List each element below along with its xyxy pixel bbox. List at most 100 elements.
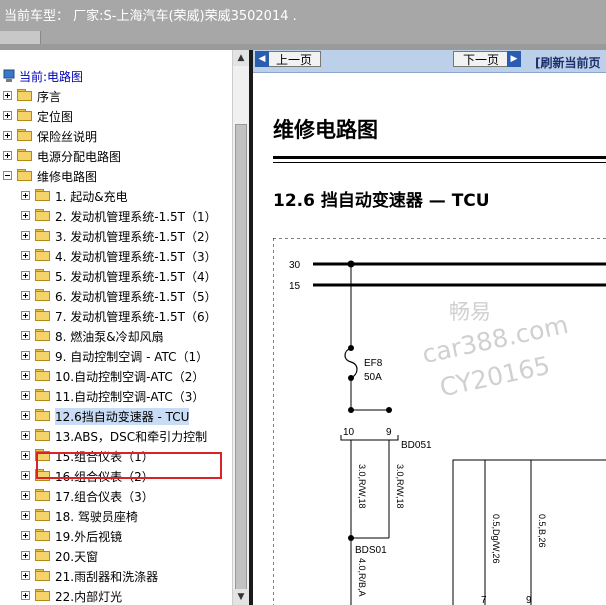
tree-item-sub-9[interactable]: 10.自动控制空调-ATC（2） <box>0 366 232 386</box>
tree-item-sub-1[interactable]: 2. 发动机管理系统-1.5T（1） <box>0 206 232 226</box>
tree-item-label: 22.内部灯光 <box>55 590 123 604</box>
tree-item-label: 21.雨刮器和洗涤器 <box>55 570 159 584</box>
expand-icon[interactable] <box>21 371 30 380</box>
title-rule <box>273 156 606 159</box>
folder-icon <box>35 369 51 381</box>
expand-icon[interactable] <box>21 431 30 440</box>
header-tab[interactable] <box>0 31 41 44</box>
tcu-module-box <box>452 459 606 605</box>
viewer-navbar: ◀ 上一页 下一页 ▶ [刷新当前页 <box>253 50 606 73</box>
tree-item-sub-17[interactable]: 19.外后视镜 <box>0 526 232 546</box>
expand-icon[interactable] <box>21 511 30 520</box>
title-rule-thin <box>273 162 606 163</box>
expand-icon[interactable] <box>3 111 12 120</box>
connector-node-right <box>386 407 392 413</box>
folder-icon <box>35 189 51 201</box>
folder-icon <box>35 269 51 281</box>
expand-icon[interactable] <box>21 531 30 540</box>
tree-item-sub-2[interactable]: 3. 发动机管理系统-1.5T（2） <box>0 226 232 246</box>
tree-item-sub-3[interactable]: 4. 发动机管理系统-1.5T（3） <box>0 246 232 266</box>
tree-item-sub-16[interactable]: 18. 驾驶员座椅 <box>0 506 232 526</box>
tree-item-sub-18[interactable]: 20.天窗 <box>0 546 232 566</box>
expand-icon[interactable] <box>21 331 30 340</box>
tree-item-label: 17.组合仪表（3） <box>55 490 154 504</box>
tree-item-sub-12[interactable]: 13.ABS，DSC和牵引力控制 <box>0 426 232 446</box>
tree-item-sub-5[interactable]: 6. 发动机管理系统-1.5T（5） <box>0 286 232 306</box>
expand-icon[interactable] <box>21 251 30 260</box>
tree-item-sub-8[interactable]: 9. 自动控制空调 - ATC（1） <box>0 346 232 366</box>
tree-item-top-1[interactable]: 定位图 <box>0 106 232 126</box>
tree-item-sub-10[interactable]: 11.自动控制空调-ATC（3） <box>0 386 232 406</box>
wire-2-label: 3.0,R/W,18 <box>395 464 405 509</box>
tree-item-top-3[interactable]: 电源分配电路图 <box>0 146 232 166</box>
pin-9-label: 9 <box>386 427 392 438</box>
arrow-left-icon: ◀ <box>255 51 269 67</box>
expand-icon[interactable] <box>21 411 30 420</box>
refresh-page-link[interactable]: [刷新当前页 <box>535 54 601 71</box>
tree-item-sub-4[interactable]: 5. 发动机管理系统-1.5T（4） <box>0 266 232 286</box>
folder-icon <box>35 249 51 261</box>
tree-item-top-0[interactable]: 序言 <box>0 86 232 106</box>
tree-item-label: 定位图 <box>37 110 74 124</box>
tree-item-label: 2. 发动机管理系统-1.5T（1） <box>55 210 217 224</box>
tree-item-label: 序言 <box>37 90 62 104</box>
expand-icon[interactable] <box>21 391 30 400</box>
expand-icon[interactable] <box>21 211 30 220</box>
fuse-terminal-top <box>348 345 354 351</box>
tree-item-top-2[interactable]: 保险丝说明 <box>0 126 232 146</box>
tree-item-sub-6[interactable]: 7. 发动机管理系统-1.5T（6） <box>0 306 232 326</box>
tree-item-label: 8. 燃油泵&冷却风扇 <box>55 330 164 344</box>
tree-item-sub-7[interactable]: 8. 燃油泵&冷却风扇 <box>0 326 232 346</box>
tree-item-sub-15[interactable]: 17.组合仪表（3） <box>0 486 232 506</box>
computer-icon <box>3 68 15 82</box>
tree-item-top-4[interactable]: 维修电路图 <box>0 166 232 186</box>
fuse-icon <box>344 347 358 379</box>
expand-icon[interactable] <box>21 191 30 200</box>
expand-icon[interactable] <box>21 491 30 500</box>
expand-icon[interactable] <box>21 551 30 560</box>
wire-5-label: 0.5,B,26 <box>537 514 547 548</box>
scrollbar-thumb[interactable] <box>235 124 247 594</box>
folder-icon <box>17 149 33 161</box>
folder-icon <box>35 289 51 301</box>
expand-icon[interactable] <box>21 291 30 300</box>
wire-3-label: 4.0,R/B,A <box>357 558 367 597</box>
expand-icon[interactable] <box>21 471 30 480</box>
tree-item-label: 4. 发动机管理系统-1.5T（3） <box>55 250 217 264</box>
expand-icon[interactable] <box>21 271 30 280</box>
expand-icon[interactable] <box>21 591 30 600</box>
folder-icon <box>17 109 33 121</box>
tree-root-label: 当前:电路图 <box>19 70 84 84</box>
tree-item-label: 5. 发动机管理系统-1.5T（4） <box>55 270 217 284</box>
expand-icon[interactable] <box>21 231 30 240</box>
scroll-up-icon[interactable]: ▲ <box>233 50 249 66</box>
tree-item-label: 6. 发动机管理系统-1.5T（5） <box>55 290 217 304</box>
tree-item-sub-20[interactable]: 22.内部灯光 <box>0 586 232 606</box>
tree-item-sub-19[interactable]: 21.雨刮器和洗涤器 <box>0 566 232 586</box>
expand-icon[interactable] <box>21 571 30 580</box>
connector-bd051-label: BD051 <box>401 440 432 451</box>
pin-7-label: 7 <box>481 595 487 605</box>
prev-page-button[interactable]: ◀ 上一页 <box>255 51 321 67</box>
tree-item-label: 1. 起动&充电 <box>55 190 128 204</box>
expand-icon[interactable] <box>21 311 30 320</box>
collapse-icon[interactable] <box>3 171 12 180</box>
tree-scrollbar[interactable]: ▲ ▼ <box>232 50 249 605</box>
next-page-button[interactable]: 下一页 ▶ <box>453 51 521 67</box>
tree-item-label: 7. 发动机管理系统-1.5T（6） <box>55 310 217 324</box>
next-page-label: 下一页 <box>462 53 499 67</box>
folder-icon <box>35 409 51 421</box>
expand-icon[interactable] <box>3 91 12 100</box>
tree-root[interactable]: 当前:电路图 <box>0 66 232 86</box>
tree-item-sub-11[interactable]: 12.6挡自动变速器 - TCU <box>0 406 232 426</box>
tree-item-label: 10.自动控制空调-ATC（2） <box>55 370 205 384</box>
vehicle-header-bar: 当前车型： 厂家:S-上海汽车(荣威)荣威3502014 . <box>0 0 606 44</box>
tree-item-label: 3. 发动机管理系统-1.5T（2） <box>55 230 217 244</box>
expand-icon[interactable] <box>3 151 12 160</box>
tree-item-sub-0[interactable]: 1. 起动&充电 <box>0 186 232 206</box>
scroll-down-icon[interactable]: ▼ <box>233 589 249 605</box>
expand-icon[interactable] <box>3 131 12 140</box>
expand-icon[interactable] <box>21 451 30 460</box>
folder-icon <box>35 209 51 221</box>
expand-icon[interactable] <box>21 351 30 360</box>
